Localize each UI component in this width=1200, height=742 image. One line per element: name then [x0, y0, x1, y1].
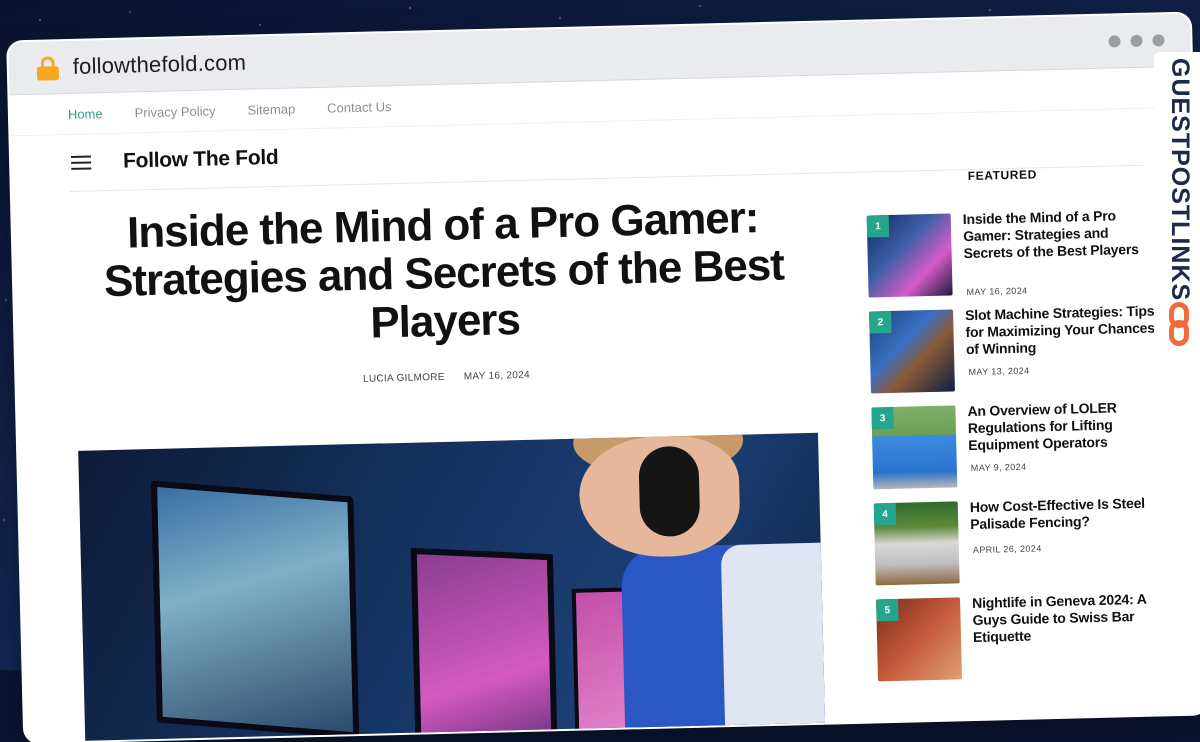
- featured-thumbnail[interactable]: 2: [869, 309, 955, 394]
- featured-rank: 2: [869, 310, 892, 334]
- featured-date: APRIL 26, 2024: [972, 543, 1042, 556]
- article-date: MAY 16, 2024: [463, 369, 531, 383]
- featured-title[interactable]: An Overview of LOLER Regulations for Lif…: [967, 398, 1164, 454]
- chain-link-icon: [1166, 302, 1192, 348]
- window-dot-icon[interactable]: [1130, 34, 1143, 48]
- featured-date: MAY 16, 2024: [966, 285, 1028, 298]
- article-meta: LUCIA GILMORE MAY 16, 2024: [76, 363, 816, 392]
- article-main: Inside the Mind of a Pro Gamer: Strategi…: [72, 193, 826, 742]
- article-title: Inside the Mind of a Pro Gamer: Strategi…: [103, 193, 785, 348]
- featured-item[interactable]: 2 Slot Machine Strategies: Tips for Maxi…: [869, 302, 1171, 407]
- featured-thumbnail[interactable]: 5: [876, 597, 963, 682]
- watermark-text: GUESTPOSTLINKS: [1166, 58, 1194, 302]
- featured-item[interactable]: 5 Nightlife in Geneva 2024: A Guys Guide…: [876, 590, 1178, 695]
- featured-sidebar: FEATURED 1 Inside the Mind of a Pro Game…: [866, 164, 1179, 695]
- featured-thumbnail[interactable]: 3: [871, 405, 958, 490]
- article-author[interactable]: LUCIA GILMORE: [363, 372, 445, 385]
- window-controls: [1108, 34, 1165, 48]
- featured-title[interactable]: Inside the Mind of a Pro Gamer: Strategi…: [963, 206, 1160, 262]
- featured-item[interactable]: 3 An Overview of LOLER Regulations for L…: [871, 398, 1173, 503]
- window-dot-icon[interactable]: [1152, 34, 1165, 47]
- featured-rank: 3: [871, 406, 894, 430]
- featured-title[interactable]: Slot Machine Strategies: Tips for Maximi…: [965, 302, 1162, 358]
- featured-item[interactable]: 4 How Cost-Effective Is Steel Palisade F…: [873, 494, 1176, 599]
- nav-contact-us[interactable]: Contact Us: [327, 99, 392, 116]
- featured-date: MAY 13, 2024: [968, 365, 1030, 378]
- featured-rank: 1: [866, 214, 890, 238]
- hamburger-menu-icon[interactable]: [70, 155, 92, 170]
- nav-sitemap[interactable]: Sitemap: [247, 101, 295, 117]
- featured-thumbnail[interactable]: 1: [866, 213, 953, 298]
- site-logo[interactable]: Follow The Fold: [123, 146, 279, 174]
- featured-title[interactable]: How Cost-Effective Is Steel Palisade Fen…: [970, 494, 1167, 533]
- window-dot-icon[interactable]: [1108, 35, 1121, 48]
- featured-rank: 5: [876, 598, 899, 622]
- featured-date: MAY 9, 2024: [970, 461, 1027, 474]
- nav-home[interactable]: Home: [68, 106, 103, 122]
- nav-privacy-policy[interactable]: Privacy Policy: [134, 103, 215, 120]
- featured-title[interactable]: Nightlife in Geneva 2024: A Guys Guide t…: [972, 590, 1169, 646]
- browser-window: followthefold.com Home Privacy Policy Si…: [8, 13, 1200, 742]
- article-hero-image: [78, 432, 826, 742]
- url-text[interactable]: followthefold.com: [72, 50, 246, 80]
- featured-item[interactable]: 1 Inside the Mind of a Pro Gamer: Strate…: [866, 206, 1169, 311]
- featured-rank: 4: [873, 502, 897, 526]
- featured-thumbnail[interactable]: 4: [873, 501, 960, 586]
- lock-icon: [36, 56, 60, 81]
